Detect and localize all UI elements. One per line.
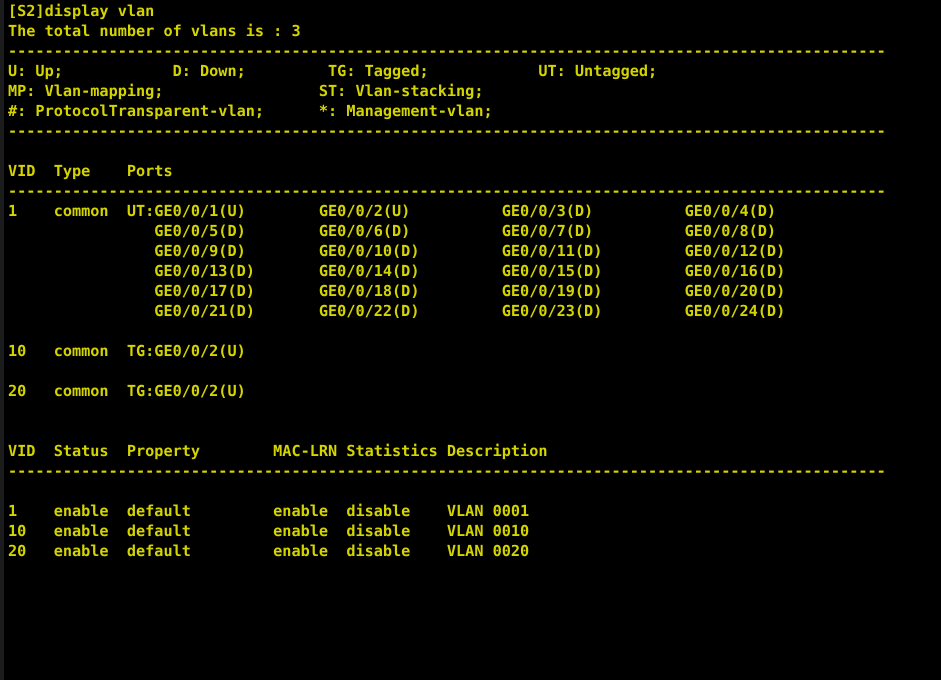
separator-line-status-header: ----------------------------------------…	[8, 462, 886, 480]
blank-line-5	[8, 421, 941, 441]
legend-line-2: MP: Vlan-mapping; ST: Vlan-stacking;	[8, 82, 484, 100]
status-table-header: VID Status Property MAC-LRN Statistics D…	[8, 442, 548, 460]
blank-line-1	[8, 141, 941, 161]
status-row-vlan10: 10 enable default enable disable VLAN 00…	[8, 522, 530, 540]
blank-line-6	[8, 481, 941, 501]
status-row-vlan20: 20 enable default enable disable VLAN 00…	[8, 542, 530, 560]
status-row-vlan1: 1 enable default enable disable VLAN 000…	[8, 502, 530, 520]
blank-line-2	[8, 321, 941, 341]
separator-line-top: ----------------------------------------…	[8, 42, 886, 60]
blank-line-3	[8, 361, 941, 381]
legend-line-1: U: Up; D: Down; TG: Tagged; UT: Untagged…	[8, 62, 658, 80]
separator-line-legend-bottom: ----------------------------------------…	[8, 122, 886, 140]
command-prompt-line: [S2]display vlan	[8, 2, 155, 20]
ports-row-vlan1-line5: GE0/0/17(D) GE0/0/18(D) GE0/0/19(D) GE0/…	[8, 282, 786, 300]
legend-line-3: #: ProtocolTransparent-vlan; *: Manageme…	[8, 102, 493, 120]
terminal-window[interactable]: [S2]display vlan The total number of vla…	[0, 0, 941, 680]
terminal-screen[interactable]: [S2]display vlan The total number of vla…	[0, 0, 941, 680]
ports-row-vlan10: 10 common TG:GE0/0/2(U)	[8, 342, 246, 360]
ports-table-header: VID Type Ports	[8, 162, 173, 180]
ports-row-vlan1-line4: GE0/0/13(D) GE0/0/14(D) GE0/0/15(D) GE0/…	[8, 262, 786, 280]
ports-row-vlan20: 20 common TG:GE0/0/2(U)	[8, 382, 246, 400]
blank-line-4	[8, 401, 941, 421]
ports-row-vlan1-line6: GE0/0/21(D) GE0/0/22(D) GE0/0/23(D) GE0/…	[8, 302, 786, 320]
separator-line-ports-header: ----------------------------------------…	[8, 182, 886, 200]
vlan-total-line: The total number of vlans is : 3	[8, 22, 301, 40]
ports-row-vlan1-line1: 1 common UT:GE0/0/1(U) GE0/0/2(U) GE0/0/…	[8, 202, 777, 220]
ports-row-vlan1-line2: GE0/0/5(D) GE0/0/6(D) GE0/0/7(D) GE0/0/8…	[8, 222, 777, 240]
ports-row-vlan1-line3: GE0/0/9(D) GE0/0/10(D) GE0/0/11(D) GE0/0…	[8, 242, 786, 260]
